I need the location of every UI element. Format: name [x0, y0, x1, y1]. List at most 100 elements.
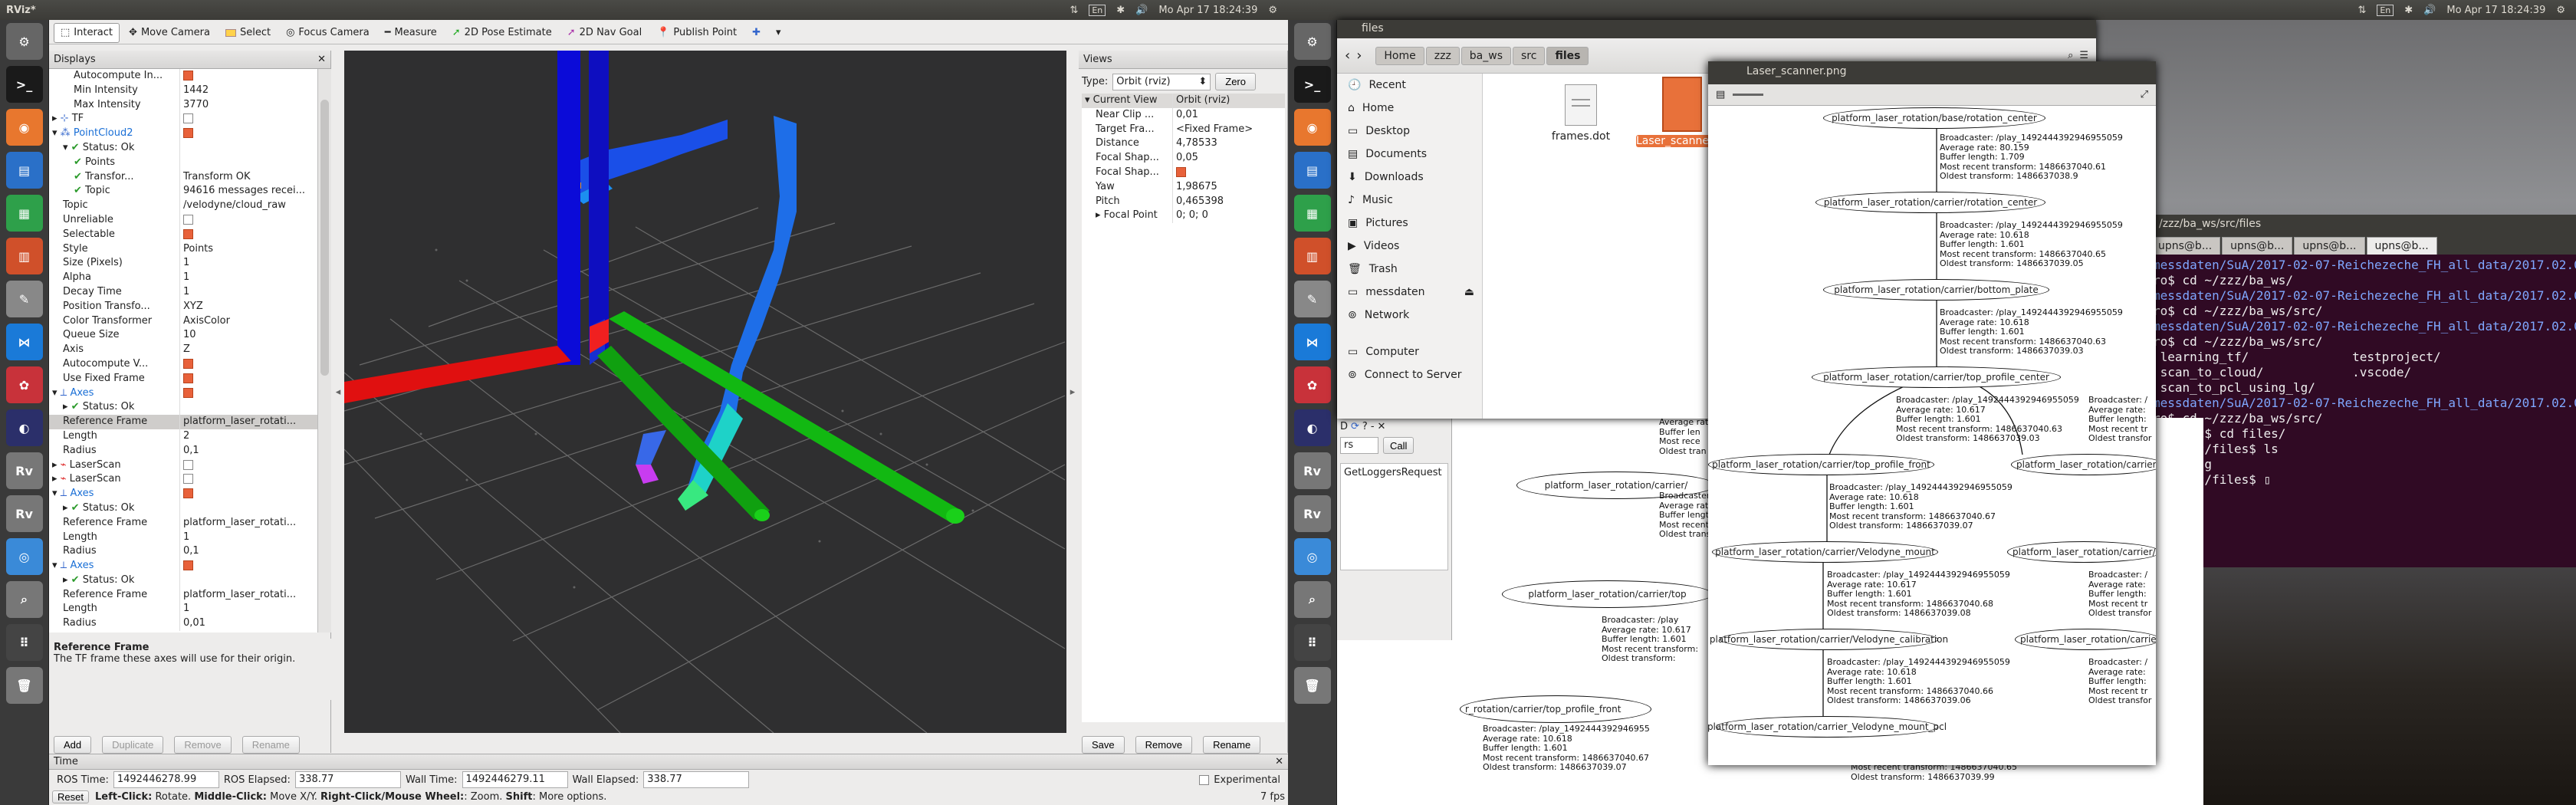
close-icon[interactable]: ✕ [1378, 421, 1386, 432]
bluetooth-icon[interactable]: ✱ [2404, 5, 2413, 16]
reset-button[interactable]: Reset [52, 790, 89, 803]
sidebar-item-videos[interactable]: ▶ Videos [1337, 235, 1482, 258]
display-property-row[interactable]: ▸ ⊹ TF [49, 112, 317, 127]
view-type-select[interactable]: Orbit (rviz) ⬍ [1112, 73, 1211, 90]
duplicate-display-button[interactable]: Duplicate [102, 736, 164, 754]
display-property-row[interactable]: Length 1 [49, 602, 317, 617]
vscode-launcher-icon[interactable]: ⋈ [5, 324, 43, 360]
tools-launcher-icon[interactable]: ✎ [5, 281, 43, 317]
zero-button[interactable]: Zero [1215, 73, 1256, 90]
eclipse-launcher-icon[interactable]: ◐ [5, 409, 43, 446]
view-property-row[interactable]: Target Fra... <Fixed Frame> [1082, 122, 1285, 137]
expand-arrow-icon[interactable]: ▸ [63, 401, 71, 412]
wall-time-field[interactable]: 1492446279.11 [462, 771, 568, 788]
close-icon[interactable]: ✕ [317, 54, 326, 65]
sidebar-item-network[interactable]: ⊚ Network [1337, 304, 1482, 327]
display-property-row[interactable]: Reference Frame platform_laser_rotati... [49, 587, 317, 603]
sidebar-item-downloads[interactable]: ⬇ Downloads [1337, 166, 1482, 189]
request-box[interactable]: GetLoggersRequest [1340, 463, 1448, 570]
interact-tool[interactable]: ⬚ Interact [54, 22, 120, 43]
zoom-slider[interactable] [1733, 94, 1764, 96]
display-property-row[interactable]: Queue Size 10 [49, 328, 317, 343]
ros-launcher-icon[interactable]: ✿ [5, 366, 43, 403]
clock[interactable]: Mo Apr 17 18:24:39 [2446, 5, 2545, 16]
checkbox[interactable] [183, 474, 193, 485]
remove-view-button[interactable]: Remove [1135, 736, 1193, 754]
sidebar-item-pictures[interactable]: ▣ Pictures [1337, 212, 1482, 235]
eclipse-launcher-icon[interactable]: ◐ [1293, 409, 1331, 446]
checkbox[interactable] [183, 488, 193, 499]
view-property-row[interactable]: ▾ Current View Orbit (rviz) [1082, 94, 1285, 108]
expand-arrow-icon[interactable]: ▸ [52, 113, 61, 124]
ros-launcher-icon[interactable]: ✿ [1293, 366, 1331, 403]
chrome-launcher-icon[interactable]: ◎ [1293, 538, 1331, 575]
expand-arrow-icon[interactable]: ▸ [63, 574, 71, 586]
pose-estimate-tool[interactable]: ➚ 2D Pose Estimate [446, 23, 558, 43]
checkbox[interactable] [183, 214, 193, 225]
view-property-row[interactable]: ▸ Focal Point 0; 0; 0 [1082, 209, 1285, 224]
display-property-row[interactable]: ▸ ✔ Status: Ok [49, 501, 317, 516]
expand-arrow-icon[interactable]: ▸ [63, 502, 71, 514]
vscode-launcher-icon[interactable]: ⋈ [1293, 324, 1331, 360]
tool-menu-button[interactable]: ▾ [770, 23, 787, 43]
trash-launcher-icon[interactable]: 🗑 [5, 667, 43, 704]
expand-arrow-icon[interactable]: ▾ [1085, 94, 1093, 106]
display-property-row[interactable]: Max Intensity 3770 [49, 97, 317, 113]
display-property-row[interactable]: Autocompute In... [49, 69, 317, 84]
display-property-row[interactable]: ▾ ✔ Status: Ok [49, 140, 317, 156]
breadcrumb-Home[interactable]: Home [1375, 46, 1424, 65]
ros-time-field[interactable]: 1492446278.99 [113, 771, 219, 788]
writer-launcher-icon[interactable]: ▤ [5, 152, 43, 189]
terminal-output[interactable]: messdaten/SuA/2017-02-07-Reichezeche_FH_… [2147, 255, 2576, 561]
terminal-tab[interactable]: upns@b... [2150, 237, 2221, 255]
display-property-row[interactable]: ▸ ⌁ LaserScan [49, 458, 317, 473]
writer-launcher-icon[interactable]: ▤ [1293, 152, 1331, 189]
display-property-row[interactable]: ✔ Points [49, 155, 317, 170]
displays-scrollbar[interactable] [317, 69, 331, 632]
checkbox[interactable] [183, 71, 193, 80]
display-property-row[interactable]: Position Transfo... XYZ [49, 299, 317, 314]
help-icon[interactable]: ? [1362, 421, 1368, 432]
view-property-row[interactable]: Distance 4,78533 [1082, 136, 1285, 152]
display-property-row[interactable]: Length 2 [49, 429, 317, 444]
sidebar-item-recent[interactable]: 🕘 Recent [1337, 74, 1482, 97]
call-button[interactable]: Call [1383, 437, 1414, 454]
minus-icon[interactable]: - [1371, 421, 1375, 432]
display-property-row[interactable]: Color Transformer AxisColor [49, 314, 317, 329]
select-tool[interactable]: Select [219, 23, 277, 43]
display-property-row[interactable]: ▾ ⟂ Axes [49, 487, 317, 501]
search-launcher-icon[interactable]: ⌕ [1293, 581, 1331, 618]
display-property-row[interactable]: Axis Z [49, 343, 317, 357]
expand-arrow-icon[interactable]: ▸ [1096, 209, 1104, 221]
publish-point-tool[interactable]: 📍 Publish Point [651, 23, 743, 43]
expand-arrow-icon[interactable]: ▾ [52, 560, 61, 571]
checkbox[interactable] [183, 373, 193, 383]
tools-launcher-icon[interactable]: ✎ [1293, 281, 1331, 317]
display-property-row[interactable]: Radius 0,1 [49, 544, 317, 560]
power-icon[interactable]: ⚙ [2556, 5, 2565, 16]
sidebar-item-computer[interactable]: ▭ Computer [1337, 340, 1482, 363]
terminal-tab[interactable]: upns@b... [2366, 237, 2437, 255]
display-property-row[interactable]: ▾ ⟂ Axes [49, 559, 317, 573]
tf-tree-graph[interactable]: platform_laser_rotation/base/rotation_ce… [1708, 106, 2156, 765]
checkbox[interactable] [183, 459, 193, 470]
file-item[interactable]: frames.dot [1535, 84, 1627, 143]
power-icon[interactable]: ⚙ [1268, 5, 1277, 16]
display-property-row[interactable]: Size (Pixels) 1 [49, 256, 317, 271]
experimental-checkbox[interactable]: Experimental [1199, 774, 1280, 786]
focus-camera-tool[interactable]: ◎ Focus Camera [280, 23, 376, 43]
display-property-row[interactable]: ▾ ⁂ PointCloud2 [49, 127, 317, 141]
volume-icon[interactable]: 🔊 [2423, 5, 2436, 16]
rqt-service-field[interactable]: rs [1340, 437, 1378, 454]
display-property-row[interactable]: ▸ ⌁ LaserScan [49, 472, 317, 488]
terminal-launcher-icon[interactable]: >_ [1293, 66, 1331, 103]
network-icon[interactable]: ⇅ [2358, 5, 2366, 16]
display-property-row[interactable]: ✔ Transfor... Transform OK [49, 169, 317, 185]
apps-launcher-icon[interactable]: ⠿ [5, 624, 43, 661]
sidebar-item-desktop[interactable]: ▭ Desktop [1337, 120, 1482, 143]
checkbox[interactable] [1176, 166, 1186, 177]
move-camera-tool[interactable]: ✥ Move Camera [123, 23, 216, 43]
settings-launcher-icon[interactable]: ⚙ [1293, 23, 1331, 60]
display-property-row[interactable]: Style Points [49, 242, 317, 257]
checkbox[interactable] [183, 387, 193, 398]
